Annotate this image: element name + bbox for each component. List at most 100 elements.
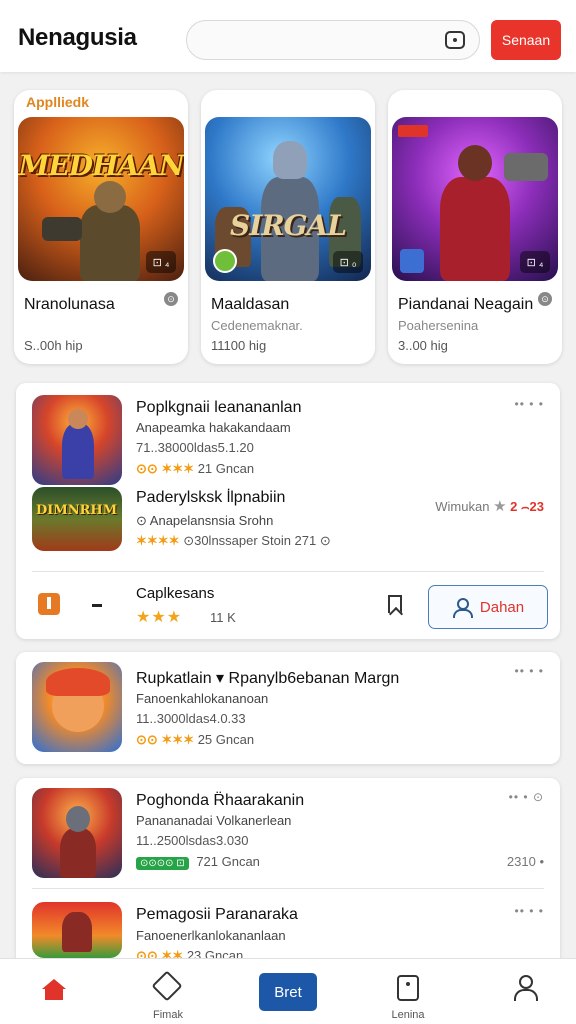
rating-stars: ⊙⊙ ✶✶✶ [136, 461, 195, 476]
game-name: Piandanai Neagain [398, 296, 534, 313]
media-badge: ⊡ ₄ [520, 251, 550, 273]
featured-card-1[interactable]: Applliedk MEDHAAN ⊡ ₄ Nranolunasa ⊙ S..0… [14, 90, 188, 364]
hero-figure [62, 423, 94, 479]
top-bar: Nenagusia Senaan [0, 0, 576, 72]
info-icon[interactable]: ⊙ [164, 292, 178, 306]
nav-library[interactable]: Lenina [368, 959, 448, 1024]
green-badge-icon [213, 249, 237, 273]
art-title: MEDHAAN [18, 149, 184, 182]
game-list-card-2: Rupkatlain ▾ Rpanylb6ebanan Margn Fanoen… [16, 652, 560, 764]
list-item[interactable]: Poplkgnaii leanananlan Anapeamka hakakan… [16, 395, 560, 485]
star-icon: ★ [493, 498, 507, 515]
app-logo[interactable]: Nenagusia [18, 24, 137, 52]
media-badge: ⊡ ₀ [333, 251, 363, 273]
warrior-head [66, 806, 90, 832]
nav-label: Lenina [391, 1009, 425, 1021]
divider [32, 888, 544, 889]
featured-card-2[interactable]: SIRGAL ⊡ ₀ Maaldasan Cedenemaknar. 11100… [201, 90, 375, 364]
game-thumbnail [32, 662, 122, 752]
media-badge: ⊡ ₄ [146, 251, 176, 273]
more-options-icon[interactable]: •• • • [515, 397, 544, 411]
cat-hair [46, 668, 110, 696]
game-meta: 3..00 hig [398, 338, 448, 353]
featured-art-3: ⊡ ₄ [392, 117, 558, 281]
game-subtitle: Anapeamka hakakandaam [136, 420, 291, 435]
action-title: Caplkesans [136, 585, 215, 602]
game-stats: 11..2500lsdas3.030 [136, 833, 249, 848]
person-icon [452, 598, 473, 618]
bottom-nav: Fimak Bret Lenina [0, 958, 576, 1024]
thumb-bg [32, 487, 122, 551]
rating-stars: ★★★ [136, 609, 183, 626]
game-title: Poplkgnaii leanananlan [136, 399, 302, 416]
rating-chip: ⊙⊙⊙⊙ ⊡ [136, 857, 189, 870]
featured-card-3[interactable]: ⊡ ₄ Piandanai Neagain ⊙ Poahersenina 3..… [388, 90, 562, 364]
info-icon[interactable]: ⊙ [538, 292, 552, 306]
rating-stars: ✶✶✶✶ [136, 533, 180, 548]
search-input[interactable] [186, 20, 480, 60]
game-subtitle: ⊙ Anapelansnsia Srohn [136, 513, 274, 528]
game-rating: ⊙⊙ ✶✶✶ 21 Gncan [136, 461, 254, 477]
warrior-figure [62, 912, 92, 952]
game-rating: ⊙⊙⊙⊙ ⊡ 721 Gncan [136, 854, 260, 870]
game-list-card-1: Poplkgnaii leanananlan Anapeamka hakakan… [16, 383, 560, 639]
hero-head [68, 409, 88, 429]
game-subtitle: Poahersenina [398, 318, 479, 333]
side-number: 2 ⌢23 [510, 499, 544, 514]
game-thumbnail [32, 788, 122, 878]
game-meta: S..00h hip [24, 338, 83, 353]
tag-badge-icon [398, 125, 428, 137]
follow-button[interactable]: Dahan [428, 585, 548, 629]
game-thumbnail [32, 902, 122, 958]
camera-icon[interactable] [445, 31, 465, 49]
game-list-card-3: Poghonda R̈haarakanin Panananadai Volkan… [16, 778, 560, 978]
game-stats: 71..38000ldas5.1.20 [136, 440, 254, 455]
logo-badge-icon [400, 249, 424, 273]
dash-icon [92, 604, 102, 607]
game-subtitle: Panananadai Volkanerlean [136, 813, 292, 828]
featured-tag: Applliedk [26, 94, 90, 110]
home-icon [42, 979, 66, 1000]
more-options-icon[interactable]: •• • ⊙ [509, 790, 544, 804]
thumb-logo-text: DIMNRHM [36, 503, 118, 518]
nav-home[interactable] [14, 959, 94, 1024]
game-subtitle: Cedenemaknar. [211, 318, 303, 333]
game-thumbnail [32, 395, 122, 485]
follow-button-label: Dahan [479, 598, 525, 616]
featured-art-2: SIRGAL ⊡ ₀ [205, 117, 371, 281]
rating-text: 721 Gncan [196, 854, 260, 869]
game-name: Nranolunasa [24, 296, 115, 313]
signin-button[interactable]: Senaan [491, 20, 561, 60]
app-badge-icon[interactable] [38, 593, 60, 615]
warrior-body [60, 828, 96, 878]
game-title: Rupkatlain ▾ Rpanylb6ebanan Margn [136, 670, 400, 687]
nav-tags[interactable]: Fimak [128, 959, 208, 1024]
game-subtitle: Fanoenkahlokananoan [136, 691, 269, 706]
bookmark-icon[interactable] [388, 595, 402, 613]
nav-center-button[interactable]: Bret [259, 973, 317, 1011]
more-options-icon[interactable]: •• • • [515, 904, 544, 918]
game-title: Poghonda R̈haarakanin [136, 792, 305, 809]
nav-profile[interactable] [484, 959, 564, 1024]
game-subtitle: Fanoenerlkanlokananlaan [136, 928, 286, 943]
game-title: Pemagosii Paranaraka [136, 906, 298, 923]
rating-text: 21 Gncan [197, 461, 255, 476]
more-options-icon[interactable]: •• • • [515, 664, 544, 678]
game-thumbnail: DIMNRHM [32, 487, 122, 551]
game-stats: 11..3000ldas4.0.33 [136, 711, 246, 726]
side-label: Wimukan [435, 499, 490, 514]
rating-text: ⊙30lnssaper Stoin 271 ⊙ [183, 533, 331, 548]
game-rating: ✶✶✶✶ ⊙30lnssaper Stoin 271 ⊙ [136, 533, 331, 549]
list-item[interactable]: Rupkatlain ▾ Rpanylb6ebanan Margn Fanoen… [16, 662, 560, 752]
nav-label: Fimak [153, 1009, 183, 1021]
list-item[interactable]: DIMNRHM Paderylsksk l̇lpnabiin ⊙ Anapela… [16, 487, 560, 577]
divider [32, 571, 544, 572]
action-bar: Caplkesans ★★★ 11 K Dahan [16, 573, 560, 639]
featured-art-1: MEDHAAN ⊡ ₄ [18, 117, 184, 281]
side-rating: Wimukan ★ 2 ⌢23 [435, 497, 544, 515]
game-meta: 11100 hig [211, 338, 267, 353]
list-item[interactable]: Poghonda R̈haarakanin Panananadai Volkan… [16, 788, 560, 878]
game-name: Maaldasan [211, 296, 290, 313]
side-number: 2310 • [506, 854, 544, 869]
rating-text: 25 Gncan [197, 732, 255, 747]
